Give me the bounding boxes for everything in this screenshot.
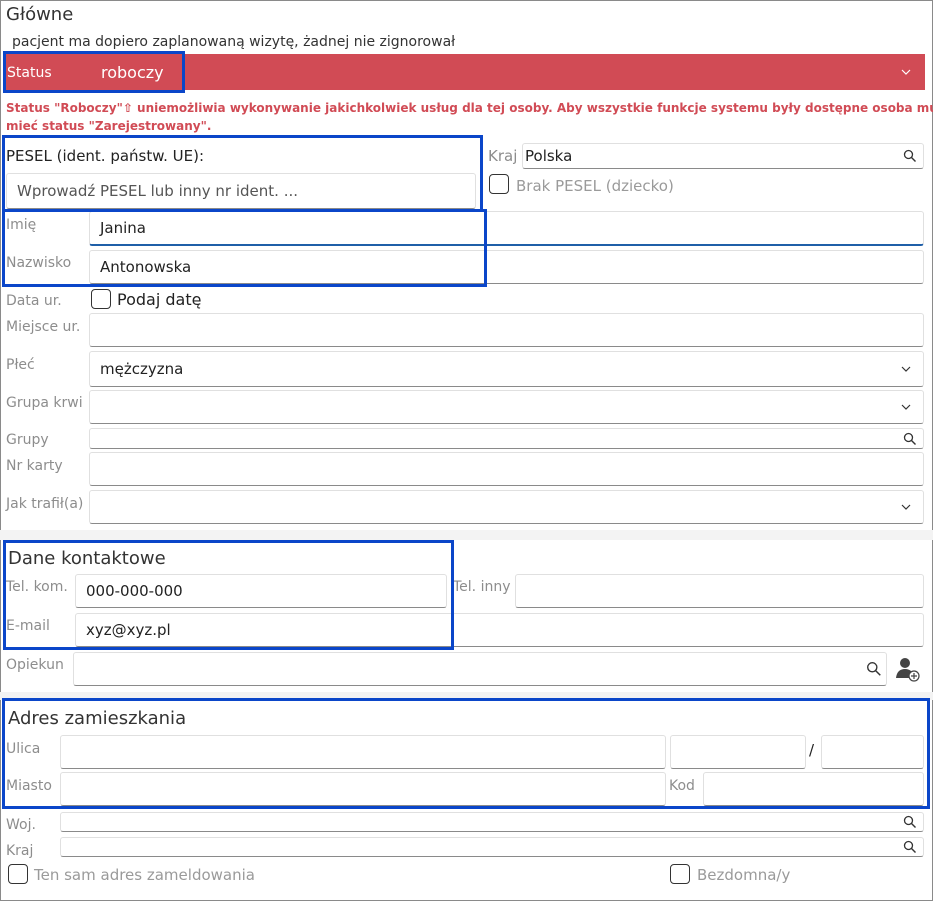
zip-input[interactable] <box>703 772 924 806</box>
search-icon[interactable] <box>866 661 882 677</box>
section-title-main: Główne <box>6 4 74 25</box>
last-name-value: Antonowska <box>100 258 192 276</box>
visit-note: pacjent ma dopiero zaplanowaną wizytę, ż… <box>12 34 456 50</box>
status-warning-line1: Status "Roboczy"⇧ uniemożliwia wykonywan… <box>6 101 933 115</box>
section-divider <box>0 530 933 540</box>
street-input[interactable] <box>60 735 666 769</box>
search-icon[interactable] <box>903 840 917 854</box>
country-input[interactable]: Polska <box>522 143 924 169</box>
birth-date-label: Data ur. <box>6 293 62 309</box>
street-label: Ulica <box>6 741 41 757</box>
status-label: Status <box>7 65 52 81</box>
groups-label: Grupy <box>6 432 49 448</box>
first-name-label: Imię <box>6 217 37 233</box>
sex-value: mężczyzna <box>100 360 184 378</box>
no-pesel-checkbox[interactable] <box>489 174 509 194</box>
source-select[interactable] <box>89 490 924 524</box>
first-name-input[interactable]: Janina <box>89 211 924 246</box>
address-country-input[interactable] <box>60 837 924 857</box>
birth-date-checkbox-label: Podaj datę <box>117 290 202 309</box>
same-address-checkbox[interactable] <box>8 864 28 884</box>
mobile-input[interactable]: 000-000-000 <box>75 574 447 608</box>
search-icon[interactable] <box>903 432 917 446</box>
other-phone-input[interactable] <box>515 574 924 608</box>
search-icon[interactable] <box>903 815 917 829</box>
country-label: Kraj <box>488 147 518 165</box>
sex-select[interactable]: mężczyzna <box>89 351 924 387</box>
same-address-label: Ten sam adres zameldowania <box>34 866 255 884</box>
city-input[interactable] <box>60 772 666 806</box>
birth-place-label: Miejsce ur. <box>6 319 81 335</box>
apartment-number-input[interactable] <box>821 735 924 769</box>
homeless-label: Bezdomna/y <box>697 866 791 884</box>
zip-label: Kod <box>669 778 695 794</box>
status-value: roboczy <box>101 63 164 82</box>
card-number-input[interactable] <box>89 452 924 486</box>
voivodeship-input[interactable] <box>60 812 924 832</box>
country-value: Polska <box>525 147 573 165</box>
blood-group-label: Grupa krwi <box>6 395 83 411</box>
last-name-input[interactable]: Antonowska <box>89 250 924 284</box>
card-number-label: Nr karty <box>6 458 63 474</box>
email-value: xyz@xyz.pl <box>86 621 171 639</box>
voivodeship-label: Woj. <box>6 817 36 833</box>
mobile-label: Tel. kom. <box>6 579 68 595</box>
pesel-label: PESEL (ident. państw. UE): <box>6 147 205 165</box>
section-divider <box>0 692 933 700</box>
section-title-address: Adres zamieszkania <box>8 708 187 729</box>
no-pesel-label: Brak PESEL (dziecko) <box>516 177 674 195</box>
section-title-contact: Dane kontaktowe <box>8 548 166 569</box>
add-guardian-icon[interactable] <box>895 656 921 682</box>
sex-label: Płeć <box>6 357 35 373</box>
blood-group-select[interactable] <box>89 390 924 424</box>
status-warning-line2: mieć status "Zarejestrowany". <box>6 119 212 133</box>
pesel-placeholder: Wprowadź PESEL lub inny nr ident. ... <box>17 182 299 200</box>
city-label: Miasto <box>6 778 52 794</box>
birth-date-checkbox[interactable] <box>91 289 111 309</box>
groups-input[interactable] <box>89 428 924 449</box>
chevron-down-icon <box>901 69 911 75</box>
other-phone-label: Tel. inny <box>453 579 511 595</box>
birth-place-input[interactable] <box>89 313 924 347</box>
source-label: Jak trafił(a) <box>6 496 84 512</box>
chevron-down-icon <box>901 366 911 372</box>
chevron-down-icon <box>901 404 911 410</box>
address-country-label: Kraj <box>6 843 34 859</box>
search-icon[interactable] <box>903 149 917 163</box>
email-label: E-mail <box>6 618 50 634</box>
pesel-input[interactable]: Wprowadź PESEL lub inny nr ident. ... <box>6 173 476 209</box>
mobile-value: 000-000-000 <box>86 582 183 600</box>
guardian-label: Opiekun <box>6 657 64 673</box>
homeless-checkbox[interactable] <box>670 864 690 884</box>
email-input[interactable]: xyz@xyz.pl <box>75 613 924 647</box>
first-name-value: Janina <box>100 219 146 237</box>
house-number-input[interactable] <box>670 735 806 769</box>
status-select[interactable]: Status roboczy <box>3 54 925 90</box>
guardian-input[interactable] <box>73 652 887 686</box>
number-separator: / <box>809 741 815 759</box>
chevron-down-icon <box>901 504 911 510</box>
last-name-label: Nazwisko <box>6 255 72 271</box>
